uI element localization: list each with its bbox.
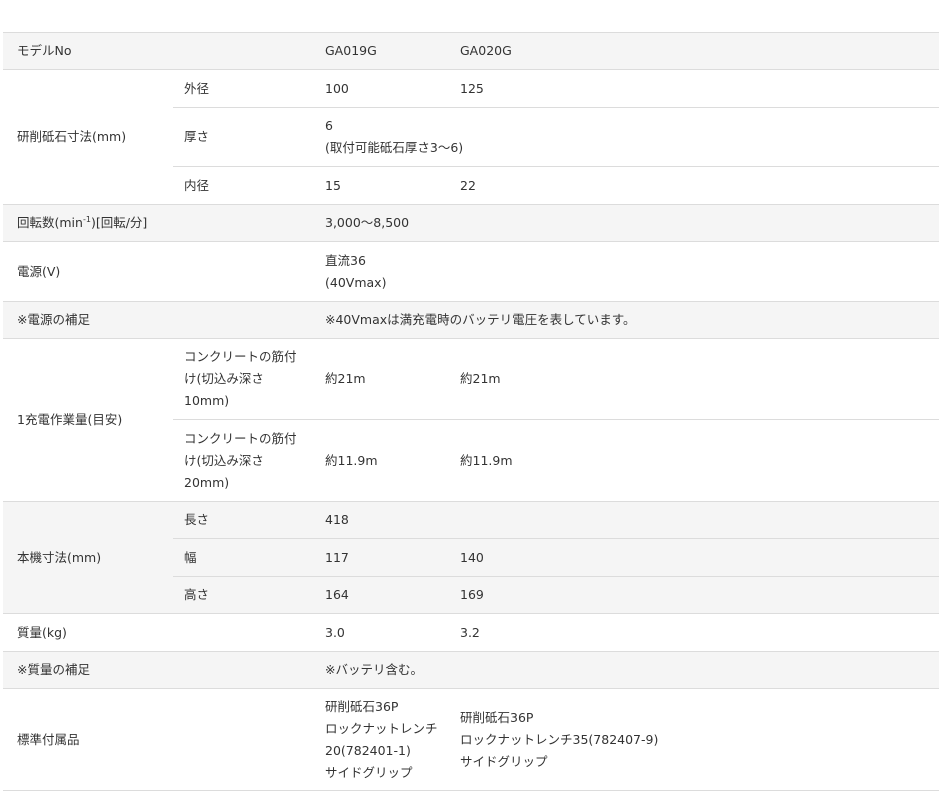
accessories-v2: 研削砥石36P ロックナットレンチ35(782407-9) サイドグリップ [450, 688, 939, 791]
wheel-thickness-line2: (取付可能砥石厚さ3〜6) [325, 140, 464, 155]
accessories-label: 標準付属品 [3, 688, 315, 791]
mass-label: 質量(kg) [3, 613, 315, 652]
wheel-outer-v2: 125 [450, 69, 939, 108]
power-note-value: ※40Vmaxは満充電時のバッテリ電圧を表しています。 [315, 301, 939, 339]
rpm-label: 回転数(min-1)[回転/分] [3, 204, 315, 242]
row-rpm: 回転数(min-1)[回転/分] 3,000〜8,500 [3, 204, 939, 242]
power-line2: (40Vmax) [325, 274, 387, 290]
accessory-v2-item: ロックナットレンチ35(782407-9) [460, 731, 659, 747]
mass-note-label: ※質量の補足 [3, 651, 315, 689]
power-label: 電源(V) [3, 241, 315, 302]
work-label: 1充電作業量(目安) [3, 338, 173, 502]
wheel-outer-label: 外径 [173, 69, 315, 108]
wheel-thickness-value: 6 (取付可能砥石厚さ3〜6) [315, 107, 939, 167]
row-accessories: 標準付属品 研削砥石36P ロックナットレンチ 20(782401-1) サイド… [3, 688, 939, 791]
work-20mm-v1: 約11.9m [315, 419, 450, 502]
row-wheel-outer: 研削砥石寸法(mm) 外径 100 125 [3, 69, 939, 205]
power-value: 直流36 (40Vmax) [315, 241, 939, 302]
rpm-label-sup: -1 [82, 214, 91, 224]
wheel-dims-label: 研削砥石寸法(mm) [3, 69, 173, 205]
work-10mm-v1: 約21m [315, 338, 450, 420]
spec-table: モデルNo GA019G GA020G 研削砥石寸法(mm) 外径 100 12… [3, 32, 939, 791]
work-10mm-v2: 約21m [450, 338, 939, 420]
body-dims-label: 本機寸法(mm) [3, 501, 173, 614]
row-mass: 質量(kg) 3.0 3.2 [3, 613, 939, 652]
accessory-v2-item: サイドグリップ [460, 753, 548, 769]
work-20mm-line1: コンクリートの筋付 [184, 430, 297, 446]
rpm-value: 3,000〜8,500 [315, 204, 939, 242]
work-20mm-v2: 約11.9m [450, 419, 939, 502]
rpm-label-post: )[回転/分] [90, 215, 148, 230]
rpm-label-pre: 回転数(min [17, 215, 83, 230]
wheel-outer-v1: 100 [315, 69, 450, 108]
body-height-v1: 164 [315, 576, 450, 614]
wheel-inner-label: 内径 [173, 166, 315, 205]
body-width-label: 幅 [173, 538, 315, 577]
model-no-label: モデルNo [3, 32, 315, 70]
row-power: 電源(V) 直流36 (40Vmax) [3, 241, 939, 302]
mass-v1: 3.0 [315, 613, 450, 652]
wheel-thickness-label: 厚さ [173, 107, 315, 167]
power-note-label: ※電源の補足 [3, 301, 315, 339]
work-10mm-line2: け(切込み深さ [184, 371, 264, 386]
work-20mm-line2: け(切込み深さ [184, 452, 264, 468]
accessory-v1-item: 研削砥石36P [325, 698, 399, 714]
wheel-inner-v1: 15 [315, 166, 450, 205]
wheel-inner-v2: 22 [450, 166, 939, 205]
page: { "header": { "label": "モデルNo", "model1"… [0, 0, 942, 791]
body-width-v2: 140 [450, 538, 939, 577]
row-mass-note: ※質量の補足 ※バッテリ含む。 [3, 651, 939, 689]
wheel-thickness-line1: 6 [325, 118, 333, 133]
body-length-label: 長さ [173, 501, 315, 539]
row-power-note: ※電源の補足 ※40Vmaxは満充電時のバッテリ電圧を表しています。 [3, 301, 939, 339]
accessories-v1: 研削砥石36P ロックナットレンチ 20(782401-1) サイドグリップ [315, 688, 450, 791]
mass-note-value: ※バッテリ含む。 [315, 651, 939, 689]
row-work-10mm: 1充電作業量(目安) コンクリートの筋付 け(切込み深さ 10mm) 約21m … [3, 338, 939, 502]
power-line1: 直流36 [325, 252, 366, 268]
work-10mm-line1: コンクリートの筋付 [184, 349, 297, 364]
accessory-v2-item: 研削砥石36P [460, 709, 534, 725]
model-1: GA019G [315, 32, 450, 70]
body-length-value: 418 [315, 501, 939, 539]
work-10mm-label: コンクリートの筋付 け(切込み深さ 10mm) [173, 338, 315, 420]
accessory-v1-item: 20(782401-1) [325, 742, 411, 758]
model-2: GA020G [450, 32, 939, 70]
row-model-no: モデルNo GA019G GA020G [3, 32, 939, 70]
accessory-v1-item: サイドグリップ [325, 764, 413, 780]
body-width-v1: 117 [315, 538, 450, 577]
accessory-v1-item: ロックナットレンチ [325, 720, 438, 736]
body-height-label: 高さ [173, 576, 315, 614]
row-body-length: 本機寸法(mm) 長さ 418 [3, 501, 939, 614]
body-height-v2: 169 [450, 576, 939, 614]
work-10mm-line3: 10mm) [184, 393, 230, 408]
work-20mm-line3: 20mm) [184, 474, 230, 490]
mass-v2: 3.2 [450, 613, 939, 652]
work-20mm-label: コンクリートの筋付 け(切込み深さ 20mm) [173, 419, 315, 502]
